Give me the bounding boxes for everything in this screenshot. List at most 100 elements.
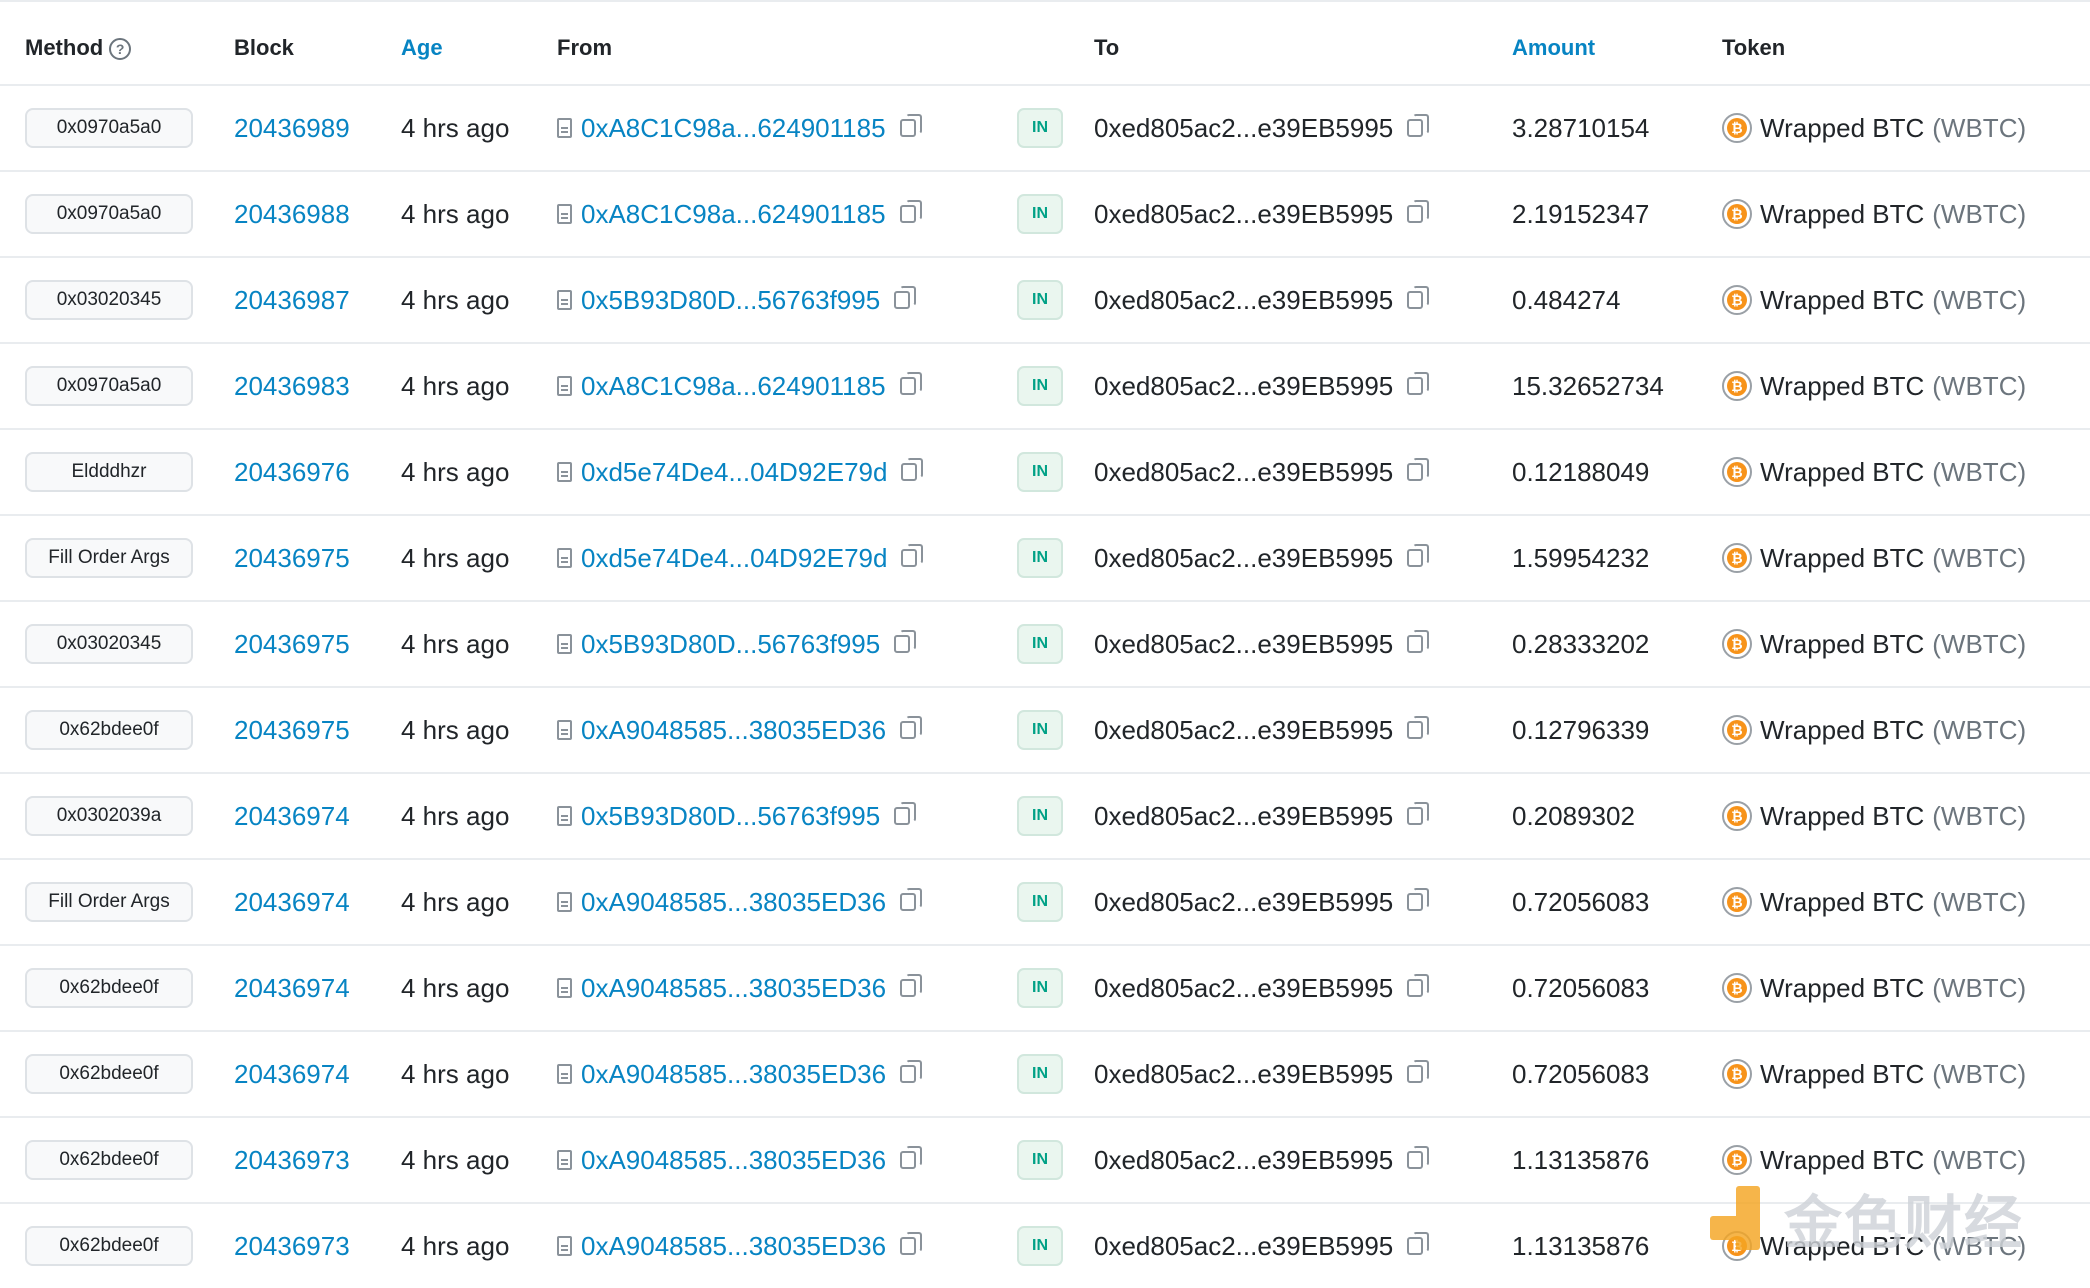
copy-icon[interactable] bbox=[899, 372, 922, 395]
block-link[interactable]: 20436975 bbox=[234, 602, 350, 686]
token-name-link[interactable]: Wrapped BTC bbox=[1760, 457, 1924, 488]
token-name-link[interactable]: Wrapped BTC bbox=[1760, 285, 1924, 316]
method-badge[interactable]: Eldddhzr bbox=[25, 452, 193, 492]
block-link[interactable]: 20436973 bbox=[234, 1118, 350, 1202]
block-link[interactable]: 20436973 bbox=[234, 1204, 350, 1288]
method-badge[interactable]: 0x62bdee0f bbox=[25, 968, 193, 1008]
from-address-link[interactable]: 0x5B93D80D...56763f995 bbox=[581, 801, 880, 832]
block-link[interactable]: 20436974 bbox=[234, 946, 350, 1030]
token-name-link[interactable]: Wrapped BTC bbox=[1760, 113, 1924, 144]
from-address-link[interactable]: 0x5B93D80D...56763f995 bbox=[581, 285, 880, 316]
copy-icon[interactable] bbox=[1407, 974, 1430, 997]
token-name-link[interactable]: Wrapped BTC bbox=[1760, 629, 1924, 660]
token-name-link[interactable]: Wrapped BTC bbox=[1760, 199, 1924, 230]
copy-icon[interactable] bbox=[1407, 802, 1430, 825]
copy-icon[interactable] bbox=[900, 888, 923, 911]
question-circle-icon[interactable]: ? bbox=[109, 38, 132, 60]
block-link[interactable]: 20436983 bbox=[234, 344, 350, 428]
method-badge[interactable]: 0x62bdee0f bbox=[25, 1226, 193, 1266]
from-address-link[interactable]: 0x5B93D80D...56763f995 bbox=[581, 629, 880, 660]
to-address[interactable]: 0xed805ac2...e39EB5995 bbox=[1094, 801, 1393, 832]
copy-icon[interactable] bbox=[900, 716, 923, 739]
copy-icon[interactable] bbox=[1407, 630, 1430, 653]
copy-icon[interactable] bbox=[894, 630, 917, 653]
copy-icon[interactable] bbox=[900, 1232, 923, 1255]
copy-icon[interactable] bbox=[901, 458, 924, 481]
copy-icon[interactable] bbox=[1407, 716, 1430, 739]
from-address-link[interactable]: 0xd5e74De4...04D92E79d bbox=[581, 457, 887, 488]
to-address[interactable]: 0xed805ac2...e39EB5995 bbox=[1094, 715, 1393, 746]
from-address-link[interactable]: 0xA9048585...38035ED36 bbox=[581, 973, 886, 1004]
method-badge[interactable]: 0x62bdee0f bbox=[25, 710, 193, 750]
copy-icon[interactable] bbox=[1407, 200, 1430, 223]
from-address-link[interactable]: 0xA9048585...38035ED36 bbox=[581, 1231, 886, 1262]
copy-icon[interactable] bbox=[1407, 544, 1430, 567]
method-badge[interactable]: 0x62bdee0f bbox=[25, 1054, 193, 1094]
copy-icon[interactable] bbox=[1407, 1232, 1430, 1255]
method-badge[interactable]: 0x03020345 bbox=[25, 624, 193, 664]
method-badge[interactable]: 0x62bdee0f bbox=[25, 1140, 193, 1180]
copy-icon[interactable] bbox=[1407, 286, 1430, 309]
method-badge[interactable]: 0x0970a5a0 bbox=[25, 366, 193, 406]
from-address-link[interactable]: 0xA9048585...38035ED36 bbox=[581, 1145, 886, 1176]
token-name-link[interactable]: Wrapped BTC bbox=[1760, 801, 1924, 832]
token-name-link[interactable]: Wrapped BTC bbox=[1760, 1145, 1924, 1176]
from-address-link[interactable]: 0xd5e74De4...04D92E79d bbox=[581, 543, 887, 574]
from-address-link[interactable]: 0xA8C1C98a...624901185 bbox=[581, 199, 886, 230]
token-name-link[interactable]: Wrapped BTC bbox=[1760, 543, 1924, 574]
block-link[interactable]: 20436974 bbox=[234, 860, 350, 944]
to-address[interactable]: 0xed805ac2...e39EB5995 bbox=[1094, 1059, 1393, 1090]
copy-icon[interactable] bbox=[1407, 888, 1430, 911]
token-name-link[interactable]: Wrapped BTC bbox=[1760, 1059, 1924, 1090]
from-address-link[interactable]: 0xA9048585...38035ED36 bbox=[581, 715, 886, 746]
from-address-link[interactable]: 0xA9048585...38035ED36 bbox=[581, 887, 886, 918]
block-link[interactable]: 20436975 bbox=[234, 516, 350, 600]
method-badge[interactable]: 0x03020345 bbox=[25, 280, 193, 320]
block-link[interactable]: 20436989 bbox=[234, 86, 350, 170]
from-address-link[interactable]: 0xA9048585...38035ED36 bbox=[581, 1059, 886, 1090]
to-address[interactable]: 0xed805ac2...e39EB5995 bbox=[1094, 629, 1393, 660]
method-badge[interactable]: 0x0302039a bbox=[25, 796, 193, 836]
header-age-toggle[interactable]: Age bbox=[401, 34, 443, 62]
copy-icon[interactable] bbox=[1407, 458, 1430, 481]
method-badge[interactable]: Fill Order Args bbox=[25, 882, 193, 922]
method-badge[interactable]: 0x0970a5a0 bbox=[25, 108, 193, 148]
to-address[interactable]: 0xed805ac2...e39EB5995 bbox=[1094, 973, 1393, 1004]
block-link[interactable]: 20436976 bbox=[234, 430, 350, 514]
copy-icon[interactable] bbox=[901, 544, 924, 567]
copy-icon[interactable] bbox=[899, 200, 922, 223]
block-link[interactable]: 20436975 bbox=[234, 688, 350, 772]
to-address[interactable]: 0xed805ac2...e39EB5995 bbox=[1094, 1231, 1393, 1262]
copy-icon[interactable] bbox=[899, 114, 922, 137]
copy-icon[interactable] bbox=[1407, 1146, 1430, 1169]
method-badge[interactable]: 0x0970a5a0 bbox=[25, 194, 193, 234]
to-address[interactable]: 0xed805ac2...e39EB5995 bbox=[1094, 887, 1393, 918]
to-address[interactable]: 0xed805ac2...e39EB5995 bbox=[1094, 113, 1393, 144]
to-address[interactable]: 0xed805ac2...e39EB5995 bbox=[1094, 285, 1393, 316]
block-link[interactable]: 20436988 bbox=[234, 172, 350, 256]
token-name-link[interactable]: Wrapped BTC bbox=[1760, 887, 1924, 918]
copy-icon[interactable] bbox=[1407, 114, 1430, 137]
token-name-link[interactable]: Wrapped BTC bbox=[1760, 715, 1924, 746]
copy-icon[interactable] bbox=[894, 802, 917, 825]
token-name-link[interactable]: Wrapped BTC bbox=[1760, 371, 1924, 402]
copy-icon[interactable] bbox=[1407, 372, 1430, 395]
block-link[interactable]: 20436987 bbox=[234, 258, 350, 342]
to-address[interactable]: 0xed805ac2...e39EB5995 bbox=[1094, 371, 1393, 402]
block-link[interactable]: 20436974 bbox=[234, 774, 350, 858]
block-link[interactable]: 20436974 bbox=[234, 1032, 350, 1116]
copy-icon[interactable] bbox=[900, 974, 923, 997]
copy-icon[interactable] bbox=[1407, 1060, 1430, 1083]
from-address-link[interactable]: 0xA8C1C98a...624901185 bbox=[581, 113, 886, 144]
token-name-link[interactable]: Wrapped BTC bbox=[1760, 973, 1924, 1004]
copy-icon[interactable] bbox=[900, 1060, 923, 1083]
from-address-link[interactable]: 0xA8C1C98a...624901185 bbox=[581, 371, 886, 402]
header-amount-toggle[interactable]: Amount bbox=[1512, 34, 1595, 62]
to-address[interactable]: 0xed805ac2...e39EB5995 bbox=[1094, 199, 1393, 230]
copy-icon[interactable] bbox=[894, 286, 917, 309]
method-badge[interactable]: Fill Order Args bbox=[25, 538, 193, 578]
to-address[interactable]: 0xed805ac2...e39EB5995 bbox=[1094, 457, 1393, 488]
to-address[interactable]: 0xed805ac2...e39EB5995 bbox=[1094, 543, 1393, 574]
copy-icon[interactable] bbox=[900, 1146, 923, 1169]
to-address[interactable]: 0xed805ac2...e39EB5995 bbox=[1094, 1145, 1393, 1176]
